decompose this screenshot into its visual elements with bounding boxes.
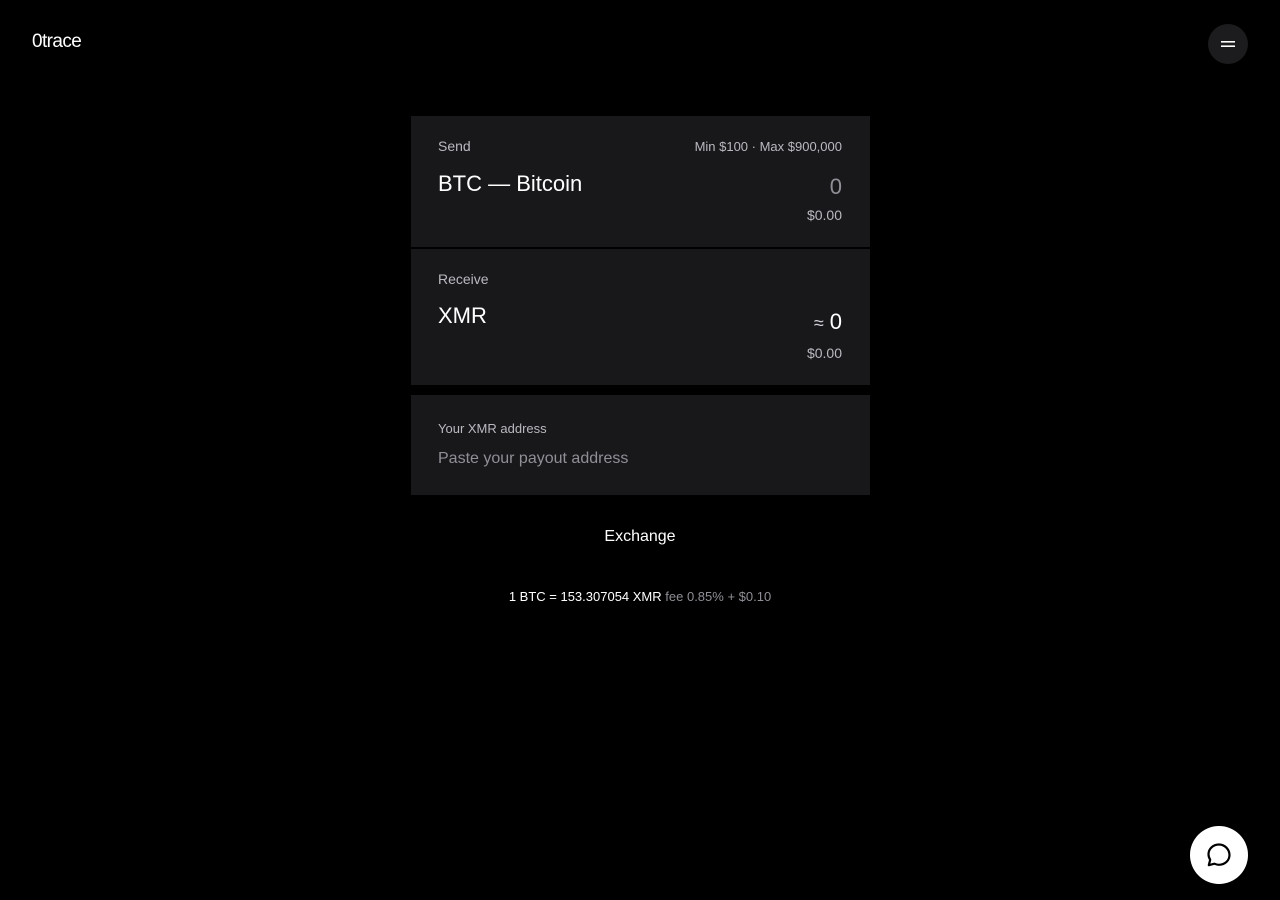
rate-info: 1 BTC = 153.307054 XMR fee 0.85% + $0.10 xyxy=(0,589,1280,604)
send-card: Send Min $100 · Max $900,000 BTC — Bitco… xyxy=(411,116,870,247)
exchange-rate: 1 BTC = 153.307054 XMR xyxy=(508,589,662,604)
send-asset-select[interactable]: BTC — Bitcoin xyxy=(438,171,582,197)
menu-icon xyxy=(1221,41,1235,47)
approx-symbol: ≈ xyxy=(813,313,824,333)
exchange-page: 0trace Send Min $100 · Max $900,000 BTC … xyxy=(0,0,1280,900)
address-card: Your XMR address xyxy=(411,395,870,495)
receive-amount-value: 0 xyxy=(829,309,842,334)
send-limits: Min $100 · Max $900,000 xyxy=(694,139,842,154)
chat-bubble-icon xyxy=(1207,843,1231,867)
receive-amount: ≈0 xyxy=(814,309,842,335)
logo[interactable]: 0trace xyxy=(32,31,82,53)
receive-asset-select[interactable]: XMR xyxy=(438,303,487,329)
send-usd-value: $0.00 xyxy=(806,207,842,223)
receive-label: Receive xyxy=(438,271,489,287)
address-label: Your XMR address xyxy=(438,421,547,436)
send-label: Send xyxy=(438,138,471,154)
receive-usd-value: $0.00 xyxy=(806,345,842,361)
exchange-button[interactable]: Exchange xyxy=(560,520,720,554)
menu-button[interactable] xyxy=(1208,24,1248,64)
receive-card: Receive XMR ≈0 $0.00 xyxy=(411,249,870,385)
fee-info: fee 0.85% + $0.10 xyxy=(665,589,772,604)
chat-button[interactable] xyxy=(1190,826,1248,884)
payout-address-input[interactable] xyxy=(438,447,838,471)
send-amount-input[interactable]: 0 xyxy=(830,174,842,200)
